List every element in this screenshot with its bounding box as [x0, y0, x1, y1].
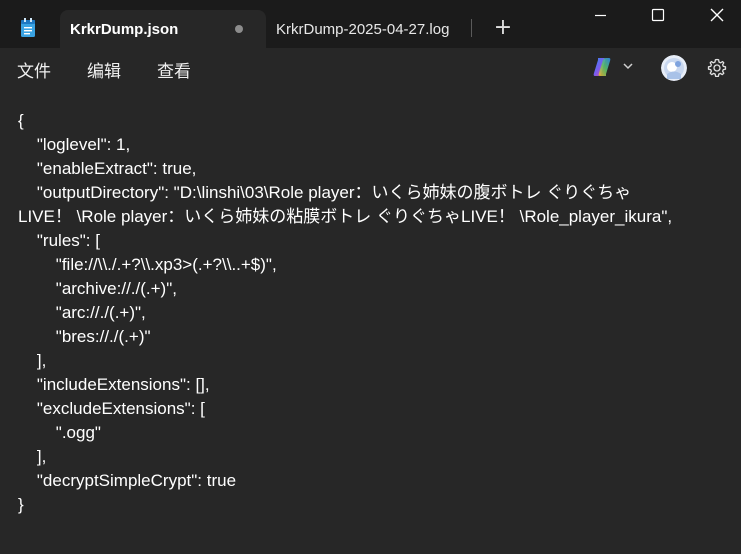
copilot-icon[interactable]: [591, 56, 613, 78]
code-line[interactable]: "excludeExtensions": [: [18, 397, 732, 421]
code-line[interactable]: }: [18, 493, 732, 517]
tab-divider: [471, 19, 472, 37]
code-line[interactable]: {: [18, 109, 732, 133]
new-tab-button[interactable]: +: [492, 17, 514, 39]
close-button[interactable]: [688, 0, 741, 32]
menu-edit[interactable]: 编辑: [87, 57, 121, 82]
tab-krkrdump-log[interactable]: KrkrDump-2025-04-27.log: [270, 10, 470, 48]
notepad-icon: [21, 18, 35, 37]
text-editor[interactable]: { "loglevel": 1, "enableExtract": true, …: [0, 90, 741, 554]
tab-label: KrkrDump-2025-04-27.log: [276, 20, 450, 38]
document-content[interactable]: { "loglevel": 1, "enableExtract": true, …: [18, 109, 732, 517]
code-line[interactable]: "bres://./(.+)": [18, 325, 732, 349]
unsaved-indicator-icon[interactable]: [235, 25, 243, 33]
chevron-down-icon[interactable]: [622, 61, 634, 71]
maximize-button[interactable]: [630, 0, 686, 32]
code-line[interactable]: "file://\\./.+?\\.xp3>(.+?\\..+$)",: [18, 253, 732, 277]
notepad-window: KrkrDump.json KrkrDump-2025-04-27.log + …: [0, 0, 741, 554]
code-line[interactable]: "decryptSimpleCrypt": true: [18, 469, 732, 493]
code-line[interactable]: LIVE！ \Role player：いくら姉妹の粘膜ボトレ ぐりぐちゃLIVE…: [18, 205, 732, 229]
code-line[interactable]: "includeExtensions": [],: [18, 373, 732, 397]
code-line[interactable]: "rules": [: [18, 229, 732, 253]
code-line[interactable]: "arc://./(.+)",: [18, 301, 732, 325]
tab-label: KrkrDump.json: [70, 20, 179, 38]
code-line[interactable]: "enableExtract": true,: [18, 157, 732, 181]
gear-icon[interactable]: [707, 58, 727, 78]
title-bar: KrkrDump.json KrkrDump-2025-04-27.log +: [0, 0, 741, 48]
minimize-button[interactable]: [573, 0, 629, 32]
code-line[interactable]: "archive://./(.+)",: [18, 277, 732, 301]
code-line[interactable]: ".ogg": [18, 421, 732, 445]
code-line[interactable]: "outputDirectory": "D:\linshi\03\Role pl…: [18, 181, 732, 205]
menu-file[interactable]: 文件: [17, 57, 51, 82]
tab-krkrdump-json[interactable]: KrkrDump.json: [60, 10, 266, 48]
code-line[interactable]: ],: [18, 349, 732, 373]
code-line[interactable]: "loglevel": 1,: [18, 133, 732, 157]
menu-view[interactable]: 查看: [157, 57, 191, 82]
user-avatar[interactable]: [661, 55, 687, 81]
code-line[interactable]: ],: [18, 445, 732, 469]
